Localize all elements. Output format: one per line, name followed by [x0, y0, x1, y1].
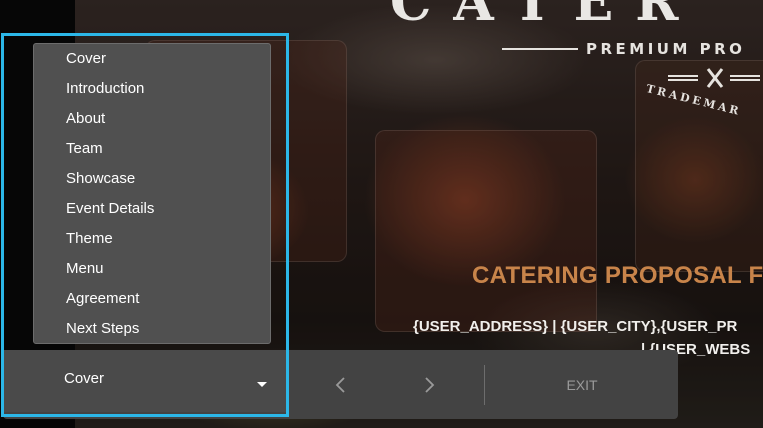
slide-dropdown-menu: Cover Introduction About Team Showcase E…: [33, 43, 271, 344]
dropdown-item-agreement[interactable]: Agreement: [34, 284, 270, 314]
brand-divider: [502, 48, 578, 50]
brand-subtitle: PREMIUM PRO: [586, 40, 746, 58]
exit-button[interactable]: EXIT: [548, 374, 616, 396]
fork-knife-emblem-icon: [668, 68, 760, 88]
next-slide-button[interactable]: [409, 364, 449, 406]
dropdown-item-event-details[interactable]: Event Details: [34, 194, 270, 224]
slide-selector[interactable]: Cover: [4, 350, 286, 412]
address-line: {USER_ADDRESS} | {USER_CITY},{USER_PR: [413, 318, 738, 335]
previous-slide-button[interactable]: [321, 364, 361, 406]
nav-divider: [484, 365, 485, 405]
dropdown-item-showcase[interactable]: Showcase: [34, 164, 270, 194]
dropdown-item-theme[interactable]: Theme: [34, 224, 270, 254]
dropdown-item-about[interactable]: About: [34, 104, 270, 134]
brand-title: CATER: [390, 0, 701, 33]
dropdown-item-introduction[interactable]: Introduction: [34, 74, 270, 104]
dropdown-item-team[interactable]: Team: [34, 134, 270, 164]
proposal-title: CATERING PROPOSAL F: [472, 262, 763, 289]
chevron-right-icon: [425, 377, 435, 393]
chevron-left-icon: [335, 377, 345, 393]
caret-down-icon: [257, 382, 267, 387]
current-slide-label: Cover: [64, 370, 105, 387]
dropdown-item-menu[interactable]: Menu: [34, 254, 270, 284]
dropdown-item-cover[interactable]: Cover: [34, 44, 270, 74]
dropdown-item-next-steps[interactable]: Next Steps: [34, 314, 270, 344]
